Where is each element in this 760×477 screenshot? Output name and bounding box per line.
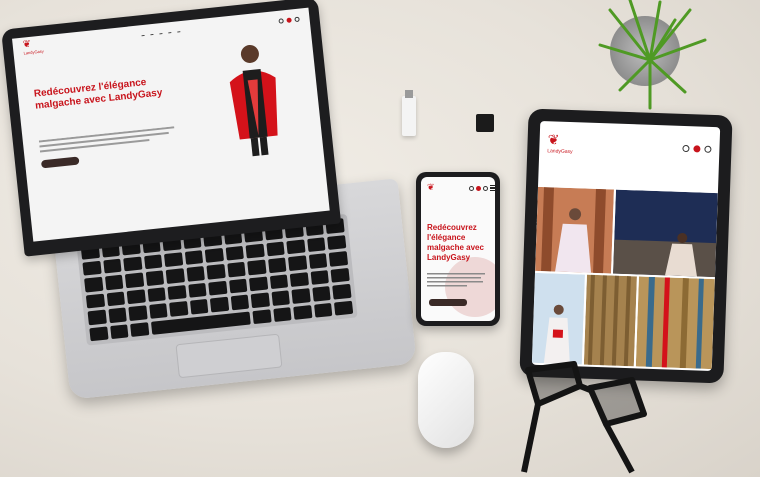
- brand-logo[interactable]: ❦ LandyGasy: [22, 38, 44, 56]
- laptop-screen: ❦ LandyGasy ▬ ▬ ▬ ▬ ▬ Redécouvrez l'élég…: [12, 7, 330, 242]
- hero-cta-button[interactable]: [40, 156, 80, 169]
- tablet-nav: ❦ LandyGasy: [539, 121, 720, 171]
- tablet-screen: ❦ LandyGasy: [531, 120, 721, 372]
- nav-link[interactable]: ▬: [150, 32, 153, 36]
- logo-mark-icon[interactable]: ❦: [427, 183, 435, 193]
- cart-icon[interactable]: [476, 185, 481, 191]
- brand-logo[interactable]: ❦ LandyGasy: [547, 132, 573, 155]
- search-icon[interactable]: [682, 144, 690, 152]
- phone-screen: ❦ Redécouvrez l'élégance malgache avec L…: [421, 177, 495, 321]
- hero-title: Redécouvrez l'élégance malgache avec Lan…: [33, 77, 163, 112]
- eyeglasses: [521, 361, 647, 474]
- hero-text-lines: [38, 126, 175, 153]
- user-icon[interactable]: [294, 16, 300, 22]
- search-icon[interactable]: [469, 185, 474, 191]
- gallery-photo[interactable]: [635, 276, 715, 370]
- menu-icon[interactable]: [490, 185, 495, 191]
- gallery-photo[interactable]: [613, 189, 718, 278]
- logo-text: LandyGasy: [23, 48, 44, 56]
- phone-nav: ❦: [427, 183, 495, 193]
- phone-nav-icons: [469, 185, 495, 191]
- plant-leaves: [598, 0, 707, 110]
- cart-icon[interactable]: [693, 144, 701, 153]
- model-photo: [229, 44, 278, 157]
- nav-link[interactable]: ▬: [159, 31, 162, 35]
- nav-links: ▬ ▬ ▬ ▬ ▬: [141, 29, 180, 37]
- search-icon[interactable]: [278, 17, 284, 24]
- user-icon[interactable]: [483, 185, 488, 191]
- cart-icon[interactable]: [286, 16, 292, 23]
- trackpad: [175, 333, 283, 379]
- nav-link[interactable]: ▬: [168, 30, 171, 34]
- gallery-photo[interactable]: [583, 274, 637, 367]
- tablet-nav-icons: [682, 144, 712, 153]
- nav-icons: [278, 16, 300, 24]
- nav-link[interactable]: ▬: [177, 29, 180, 33]
- logo-mark-icon: ❦: [547, 132, 560, 149]
- hero-cta-button[interactable]: [429, 299, 467, 306]
- binder-clip: [476, 114, 494, 132]
- hero-body-text: [38, 126, 180, 158]
- gallery-photo[interactable]: [531, 272, 585, 365]
- nav-link[interactable]: ▬: [141, 33, 144, 37]
- computer-mouse: [418, 352, 474, 448]
- laptop-lid: ❦ LandyGasy ▬ ▬ ▬ ▬ ▬ Redécouvrez l'élég…: [1, 0, 342, 257]
- hero-title: Redécouvrez l'élégance malgache avec Lan…: [427, 223, 484, 262]
- user-icon[interactable]: [704, 145, 712, 153]
- logo-text: LandyGasy: [547, 148, 573, 156]
- gallery-photo[interactable]: [535, 186, 614, 274]
- hero-text-lines: [427, 273, 485, 287]
- phone: ❦ Redécouvrez l'élégance malgache avec L…: [416, 172, 500, 326]
- tablet: ❦ LandyGasy: [519, 108, 733, 384]
- usb-drive: [402, 90, 416, 136]
